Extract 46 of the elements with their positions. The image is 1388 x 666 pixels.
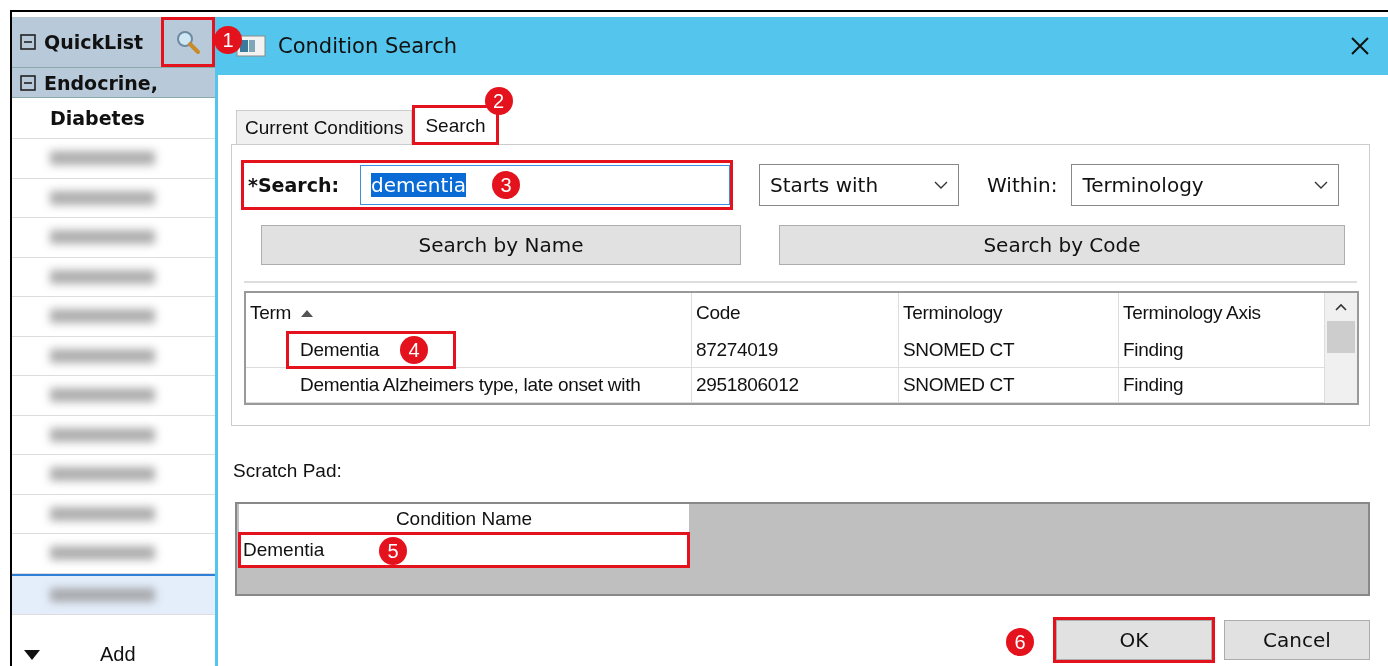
collapse-icon[interactable] — [20, 34, 36, 50]
chevron-down-icon — [934, 181, 948, 189]
chevron-down-icon — [1314, 181, 1329, 189]
table-cell: 87274019 — [696, 339, 779, 361]
close-icon[interactable] — [1350, 36, 1370, 56]
search-button[interactable]: Search by Name — [261, 225, 741, 265]
within-dropdown[interactable]: Terminology — [1071, 164, 1340, 206]
group-label: Endocrine, — [44, 71, 158, 94]
search-button[interactable]: Search by Code — [779, 225, 1345, 265]
within-label: Within: — [987, 173, 1058, 197]
dialog-button[interactable]: Cancel — [1224, 620, 1370, 660]
table-cell: Finding — [1123, 339, 1184, 361]
match-dropdown[interactable]: Starts with — [759, 164, 959, 206]
list-item[interactable] — [12, 573, 215, 615]
callout-badge: 2 — [484, 87, 513, 115]
callout-badge: 6 — [1006, 628, 1034, 656]
column-header[interactable]: Term — [246, 293, 692, 333]
table-cell: 2951806012 — [696, 374, 799, 396]
table-cell: SNOMED CT — [903, 339, 1015, 361]
column-header[interactable]: Terminology — [899, 293, 1119, 333]
chevron-up-icon[interactable] — [1335, 303, 1347, 311]
dialog-button[interactable]: OK — [1056, 620, 1212, 660]
table-cell[interactable]: Dementia Alzheimers type, late onset with — [300, 374, 641, 396]
quicklist-title: QuickList — [44, 31, 144, 53]
search-label: *Search: — [248, 174, 341, 196]
column-header[interactable]: Terminology Axis — [1119, 293, 1324, 333]
column-header[interactable]: Code — [692, 293, 899, 333]
table-cell[interactable]: Dementia — [300, 339, 379, 361]
table-cell: Finding — [1123, 374, 1184, 396]
callout-badge: 5 — [379, 537, 407, 565]
table-cell: SNOMED CT — [903, 374, 1015, 396]
column-header[interactable]: Condition Name — [239, 504, 689, 533]
callout-badge: 3 — [492, 171, 520, 199]
search-icon — [175, 29, 201, 55]
search-button[interactable] — [161, 17, 215, 67]
tab[interactable]: Current Conditions — [236, 110, 413, 144]
triangle-down-icon[interactable] — [24, 649, 40, 660]
window-title: Condition Search — [278, 34, 458, 58]
add-button[interactable]: Add — [100, 643, 136, 666]
window-icon — [236, 35, 266, 57]
scratch-pad-label: Scratch Pad: — [233, 460, 343, 482]
collapse-icon[interactable] — [20, 74, 36, 91]
table-cell[interactable]: Dementia 5 — [239, 533, 689, 567]
callout-badge: 4 — [400, 336, 428, 364]
scrollbar-thumb[interactable] — [1327, 321, 1355, 353]
scrollbar[interactable] — [1324, 293, 1357, 403]
